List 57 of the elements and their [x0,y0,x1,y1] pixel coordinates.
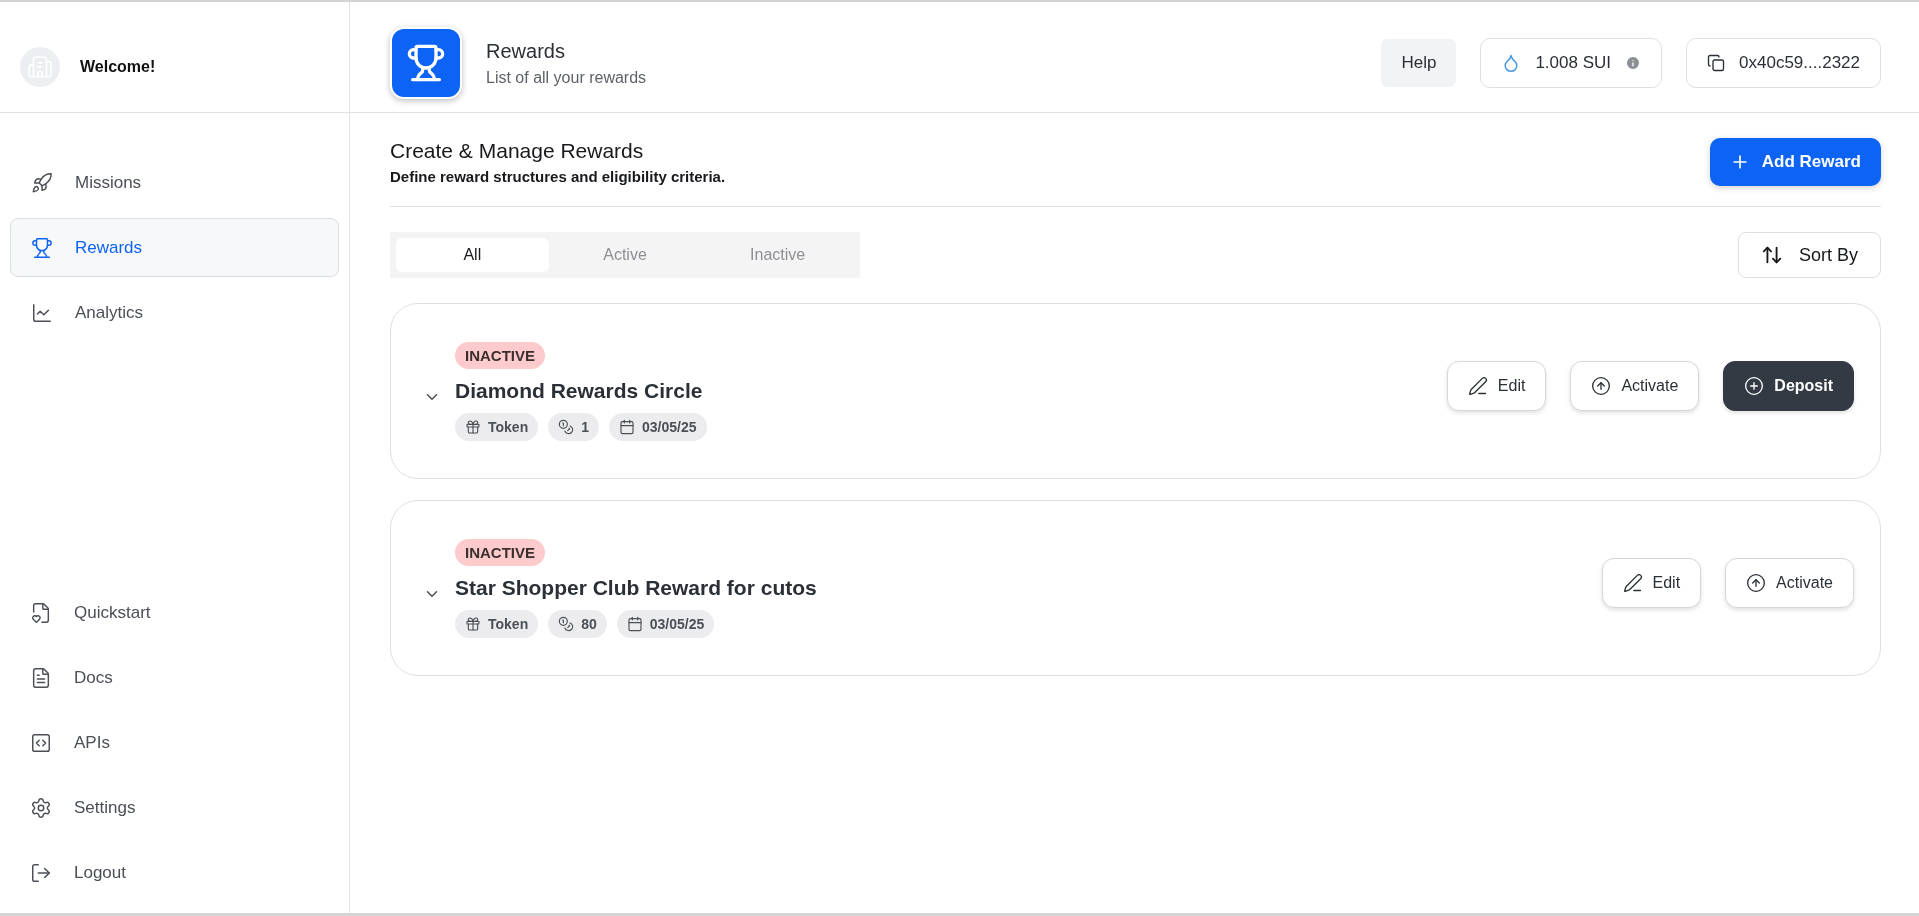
info-chip: 1 [548,412,599,441]
nav-item[interactable]: Quickstart [10,580,339,645]
balance-pill[interactable]: 1.008 SUI [1480,38,1662,88]
coins-icon [558,418,575,435]
sort-icon [1760,244,1783,266]
calendar-icon [619,418,635,435]
reward-title: Star Shopper Club Reward for cutos [455,575,817,600]
info-chip: Token [455,609,539,638]
gift-icon [465,615,481,632]
status-badge: INACTIVE [455,538,545,566]
pen-icon [1622,573,1643,593]
trophy-icon [390,27,462,99]
deposit-button[interactable]: Deposit [1723,361,1854,411]
edit-button[interactable]: Edit [1446,361,1547,411]
page-title: Rewards [486,39,566,63]
nav-item[interactable]: Analytics [10,283,339,342]
info-icon [1625,55,1641,71]
trophy-icon [31,236,53,259]
coins-icon [558,615,575,632]
logout-icon [30,861,52,884]
arrow-up-circle-icon [1746,573,1767,593]
info-chip: Token [455,412,539,441]
page-subtitle: List of all your rewards [486,68,648,87]
nav-item[interactable]: Missions [10,153,339,212]
activate-button[interactable]: Activate [1725,558,1854,608]
section-title: Create & Manage Rewards [390,139,645,163]
nav-item[interactable]: APIs [10,710,339,775]
section-subtitle: Define reward structures and eligibility criteria. [390,168,726,185]
info-chip: 80 [548,609,607,638]
pen-icon [1467,376,1488,396]
gift-icon [465,418,481,435]
nav-item[interactable]: Docs [10,645,339,710]
code-icon [30,731,52,754]
info-chip: 03/05/25 [616,609,715,638]
nav-item[interactable]: Logout [10,840,339,905]
reward-title: Diamond Rewards Circle [455,378,704,403]
calendar-icon [626,615,643,632]
edit-button[interactable]: Edit [1601,558,1702,608]
plus-circle-icon [1744,376,1765,396]
activate-button[interactable]: Activate [1570,361,1700,411]
arrow-up-circle-icon [1591,376,1612,396]
settings-icon [30,796,52,819]
document-icon [30,666,52,689]
nav-item[interactable]: Settings [10,775,339,840]
rocket-icon [31,171,53,194]
info-chip: 03/05/25 [609,412,707,441]
help-button[interactable]: Help [1381,39,1457,87]
sort-button[interactable]: Sort By [1737,232,1881,278]
tab[interactable]: All [396,238,549,272]
nav-item[interactable]: Rewards [10,218,339,277]
address-pill[interactable]: 0x40c59....2322 [1686,38,1881,88]
add-reward-button[interactable]: Add Reward [1709,138,1881,186]
copy-icon [1707,54,1725,72]
welcome-text: Welcome! [80,58,156,76]
line-chart-icon [31,301,53,324]
status-badge: INACTIVE [455,341,545,369]
document-heart-icon [30,601,52,624]
